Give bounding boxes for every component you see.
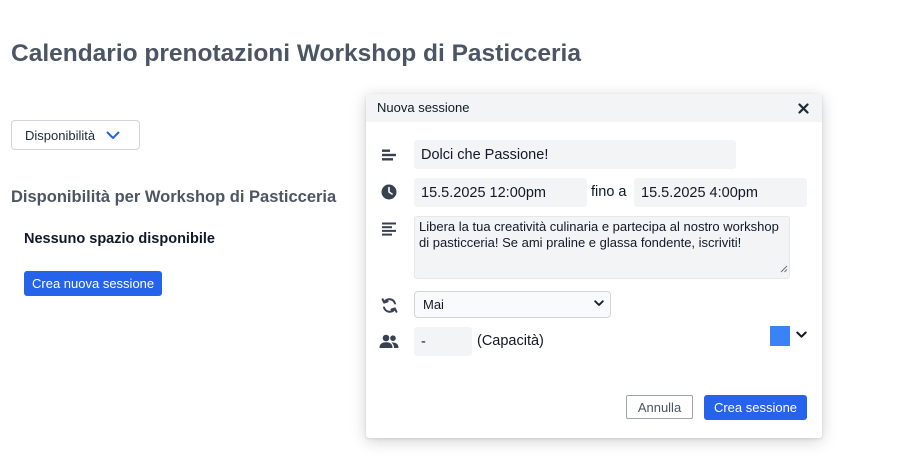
- new-session-dialog: Nuova sessione Dolci che Passione! 15.5.…: [366, 94, 822, 438]
- empty-slots-message: Nessuno spazio disponibile: [24, 231, 215, 247]
- capacity-field[interactable]: -: [414, 327, 472, 356]
- end-datetime-field[interactable]: 15.5.2025 4:00pm: [634, 178, 807, 207]
- description-text: Libera la tua creatività culinaria e par…: [419, 219, 779, 250]
- start-datetime-value: 15.5.2025 12:00pm: [421, 184, 546, 201]
- color-swatch[interactable]: [770, 326, 790, 346]
- page-title: Calendario prenotazioni Workshop di Past…: [11, 40, 581, 67]
- dialog-title: Nuova sessione: [377, 100, 470, 115]
- description-textarea[interactable]: Libera la tua creatività culinaria e par…: [414, 216, 790, 279]
- chevron-down-icon: [594, 300, 604, 307]
- availability-section-title: Disponibilità per Workshop di Pasticceri…: [11, 188, 337, 206]
- end-datetime-value: 15.5.2025 4:00pm: [641, 184, 758, 201]
- chevron-down-icon[interactable]: [796, 331, 807, 339]
- view-select-value: Disponibilità: [25, 127, 96, 143]
- repeat-icon: [380, 296, 398, 314]
- close-icon[interactable]: [794, 99, 812, 117]
- repeat-select-value: Mai: [423, 297, 444, 312]
- availability-view-select[interactable]: Disponibilità: [11, 120, 140, 150]
- clock-icon: [380, 183, 398, 201]
- dialog-header: Nuova sessione: [366, 94, 822, 122]
- chevron-down-icon: [106, 131, 120, 140]
- resize-handle-icon[interactable]: [780, 261, 788, 277]
- capacity-value: -: [421, 333, 426, 350]
- capacity-label: (Capacità): [477, 333, 544, 349]
- session-name-field[interactable]: Dolci che Passione!: [414, 140, 736, 169]
- repeat-select[interactable]: Mai: [414, 291, 611, 318]
- start-datetime-field[interactable]: 15.5.2025 12:00pm: [414, 178, 587, 207]
- description-icon: [380, 220, 398, 238]
- title-icon: [380, 146, 398, 164]
- users-icon: [379, 332, 399, 350]
- create-session-button[interactable]: Crea sessione: [704, 395, 807, 420]
- time-range-separator: fino a: [591, 184, 627, 200]
- cancel-button[interactable]: Annulla: [626, 395, 693, 419]
- create-new-session-button[interactable]: Crea nuova sessione: [24, 271, 163, 296]
- session-name-value: Dolci che Passione!: [421, 146, 549, 163]
